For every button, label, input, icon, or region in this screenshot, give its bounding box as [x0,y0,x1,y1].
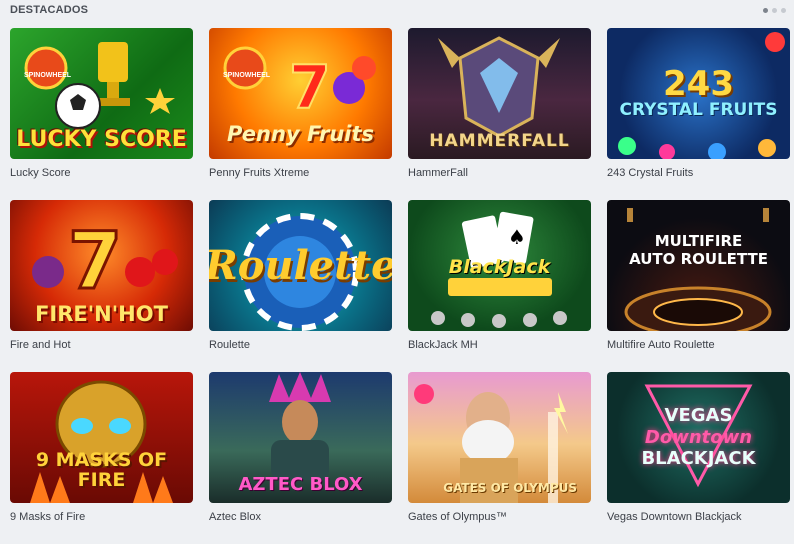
game-logo-title: VEGAS [664,405,733,427]
game-title[interactable]: Vegas Downtown Blackjack [607,511,790,523]
game-logo: LUCKY SCORE [16,126,187,152]
game-card-vegas-downtown-blackjack[interactable]: VEGAS Downtown BLACKJACK Vegas Downtown … [607,372,790,544]
game-logo: AZTEC BLOX [238,474,363,496]
game-thumbnail[interactable]: 9 MASKS OF FIRE [10,372,193,503]
game-title[interactable]: Aztec Blox [209,511,392,523]
game-logo: 9 MASKS OF FIRE [35,449,168,492]
game-card-blackjack-mh[interactable]: ♠ BlackJack BlackJack MH [408,200,591,372]
game-card-penny-fruits-xtreme[interactable]: 7 SPINOWHEEL Penny Fruits Penny Fruits X… [209,28,392,200]
game-logo-subtitle: Downtown [644,426,753,448]
game-title[interactable]: Penny Fruits Xtreme [209,167,392,179]
game-logo: Roulette [209,241,392,289]
game-thumbnail[interactable]: ♠ BlackJack [408,200,591,331]
game-card-gates-of-olympus[interactable]: GATES OF OLYMPUS Gates of Olympus™ [408,372,591,544]
game-title[interactable]: Fire and Hot [10,339,193,351]
game-card-9-masks-of-fire[interactable]: 9 MASKS OF FIRE 9 Masks of Fire [10,372,193,544]
provider-badge: SPINOWHEEL [24,72,72,79]
game-thumbnail[interactable]: Roulette [209,200,392,331]
game-logo-subtitle: AUTO ROULETTE [629,250,768,268]
game-card-roulette[interactable]: Roulette Roulette [209,200,392,372]
game-thumbnail[interactable]: 7 FIRE'N'HOT [10,200,193,331]
section-title: DESTACADOS [10,4,89,16]
svg-text:♠: ♠ [508,225,526,249]
game-thumbnail[interactable]: 7 SPINOWHEEL Penny Fruits [209,28,392,159]
game-title[interactable]: Gates of Olympus™ [408,511,591,523]
game-logo-subtitle-2: BLACKJACK [641,448,756,470]
game-thumbnail[interactable]: GATES OF OLYMPUS [408,372,591,503]
game-logo: FIRE'N'HOT [35,301,168,326]
pager-dot[interactable] [772,8,777,13]
svg-text:7: 7 [289,53,331,123]
games-grid: SPINOWHEEL LUCKY SCORE Lucky Score 7 SPI… [10,28,790,544]
game-thumbnail[interactable]: HAMMERFALL [408,28,591,159]
game-card-lucky-score[interactable]: SPINOWHEEL LUCKY SCORE Lucky Score [10,28,193,200]
game-card-fire-and-hot[interactable]: 7 FIRE'N'HOT Fire and Hot [10,200,193,372]
carousel-pager [763,8,786,13]
pager-dot[interactable] [763,8,768,13]
game-thumbnail[interactable]: SPINOWHEEL LUCKY SCORE [10,28,193,159]
game-logo-title: MULTIFIRE [654,232,743,250]
game-title[interactable]: Multifire Auto Roulette [607,339,790,351]
section-header: DESTACADOS [10,4,786,22]
game-logo: VEGAS Downtown BLACKJACK [635,405,761,470]
game-logo: Penny Fruits [226,121,375,146]
game-logo: MULTIFIRE AUTO ROULETTE [607,232,790,268]
game-title[interactable]: 9 Masks of Fire [10,511,193,523]
game-card-hammerfall[interactable]: HAMMERFALL HammerFall [408,28,591,200]
game-thumbnail[interactable]: MULTIFIRE AUTO ROULETTE [607,200,790,331]
svg-text:7: 7 [68,217,122,307]
game-thumbnail[interactable]: AZTEC BLOX [209,372,392,503]
game-logo: GATES OF OLYMPUS [443,481,577,496]
pager-dot[interactable] [781,8,786,13]
game-title[interactable]: BlackJack MH [408,339,591,351]
game-card-243-crystal-fruits[interactable]: 243 CRYSTAL FRUITS 243 Crystal Fruits [607,28,790,200]
game-title[interactable]: 243 Crystal Fruits [607,167,790,179]
game-logo: HAMMERFALL [429,131,570,152]
game-title[interactable]: Lucky Score [10,167,193,179]
game-title[interactable]: Roulette [209,339,392,351]
game-card-aztec-blox[interactable]: AZTEC BLOX Aztec Blox [209,372,392,544]
game-thumbnail[interactable]: 243 CRYSTAL FRUITS [607,28,790,159]
game-title[interactable]: HammerFall [408,167,591,179]
game-card-multifire-auto-roulette[interactable]: MULTIFIRE AUTO ROULETTE Multifire Auto R… [607,200,790,372]
game-thumbnail[interactable]: VEGAS Downtown BLACKJACK [607,372,790,503]
provider-badge: SPINOWHEEL [223,72,271,79]
game-logo: BlackJack [448,256,551,278]
gems-icon [618,32,785,159]
